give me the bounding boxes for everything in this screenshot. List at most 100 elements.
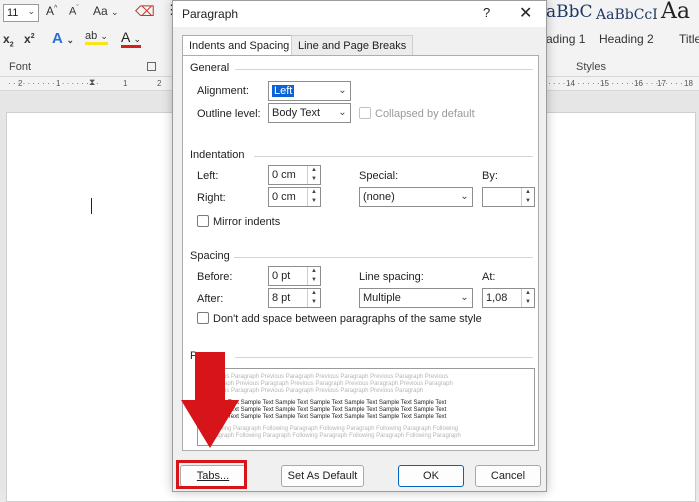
ruler-mark: 17	[657, 79, 666, 88]
mirror-indents-checkbox[interactable]	[197, 215, 209, 227]
preview-following-line: Paragraph Following Paragraph Following …	[206, 433, 461, 439]
divider	[254, 156, 533, 157]
chevron-down-icon[interactable]: ⌄	[335, 104, 350, 122]
indent-left-spinner[interactable]: 0 cm ▲ ▼	[268, 165, 321, 185]
special-label: Special:	[359, 170, 399, 182]
collapsed-by-default-checkbox[interactable]	[359, 107, 371, 119]
preview-sample-line: Sample Text Sample Text Sample Text Samp…	[206, 407, 447, 413]
ruler-mark: 2	[157, 79, 162, 88]
at-value: 1,08	[486, 292, 508, 304]
set-as-default-button[interactable]: Set As Default	[281, 465, 364, 487]
spinner-arrows-icon[interactable]: ▲ ▼	[307, 188, 320, 206]
annotation-arrow-shaft	[195, 352, 225, 402]
divider	[235, 357, 533, 358]
alignment-value: Left	[272, 85, 295, 97]
ruler-mark: 2	[18, 79, 23, 88]
collapsed-by-default-label: Collapsed by default	[375, 108, 475, 120]
style-title-preview[interactable]: Aa	[661, 0, 690, 24]
indent-right-spinner[interactable]: 0 cm ▲ ▼	[268, 187, 321, 207]
font-size-combo[interactable]: 11 ⌄	[3, 4, 39, 22]
chevron-down-icon[interactable]: ⌄	[457, 188, 472, 206]
after-label: After:	[197, 293, 224, 305]
spinner-arrows-icon[interactable]: ▲ ▼	[307, 289, 320, 307]
change-case-button[interactable]: Aa ⌄	[93, 4, 119, 18]
special-select[interactable]: (none) ⌄	[359, 187, 473, 207]
dont-add-space-label: Don't add space between paragraphs of th…	[213, 313, 482, 325]
preview-previous-line: Previous Paragraph Previous Paragraph Pr…	[206, 388, 424, 394]
paragraph-preview: Previous Paragraph Previous Paragraph Pr…	[197, 368, 535, 446]
divider	[235, 69, 533, 70]
clear-formatting-icon[interactable]: ⌫	[135, 3, 155, 20]
preview-previous-line: Previous Paragraph Previous Paragraph Pr…	[206, 374, 449, 380]
indent-left-label: Left:	[197, 170, 219, 182]
chevron-down-icon[interactable]: ⌄	[457, 289, 472, 307]
style-heading1-name: ading 1	[546, 32, 586, 46]
grow-font-button[interactable]: A^	[46, 4, 57, 18]
after-spinner[interactable]: 8 pt ▲ ▼	[268, 288, 321, 308]
font-color-button[interactable]: A ⌄	[121, 29, 142, 48]
at-label: At:	[482, 271, 496, 283]
indentation-heading: Indentation	[190, 149, 245, 161]
preview-previous-line: Paragraph Previous Paragraph Previous Pa…	[206, 381, 453, 387]
preview-following-line: Following Paragraph Following Paragraph …	[206, 426, 459, 432]
spacing-heading: Spacing	[190, 250, 230, 262]
tab-indents-and-spacing[interactable]: Indents and Spacing	[182, 35, 297, 56]
line-spacing-label: Line spacing:	[359, 271, 424, 283]
ruler-mark: 14	[566, 79, 575, 88]
style-heading1-preview[interactable]: aBbC	[546, 2, 593, 22]
text-cursor	[91, 198, 92, 214]
style-heading2-name: Heading 2	[599, 32, 654, 46]
ruler-mark: 18	[684, 79, 693, 88]
dont-add-space-checkbox[interactable]	[197, 312, 209, 324]
spinner-arrows-icon[interactable]: ▲ ▼	[521, 289, 534, 307]
mirror-indents-label: Mirror indents	[213, 216, 281, 228]
by-label: By:	[482, 170, 498, 182]
before-spinner[interactable]: 0 pt ▲ ▼	[268, 266, 321, 286]
before-label: Before:	[197, 271, 233, 283]
at-spinner[interactable]: 1,08 ▲ ▼	[482, 288, 535, 308]
general-heading: General	[190, 62, 230, 74]
dialog-titlebar[interactable]: Paragraph ? ✕	[173, 1, 546, 27]
tab-line-and-page-breaks[interactable]: Line and Page Breaks	[291, 35, 414, 55]
divider	[234, 257, 533, 258]
outline-level-value: Body Text	[272, 107, 321, 119]
highlight-button[interactable]: ab ⌄	[85, 30, 108, 45]
special-value: (none)	[363, 191, 395, 203]
outline-level-select[interactable]: Body Text ⌄	[268, 103, 351, 123]
dialog-title: Paragraph	[182, 7, 239, 21]
text-effects-button[interactable]: A ⌄	[52, 30, 74, 47]
alignment-select[interactable]: Left ⌄	[268, 81, 351, 101]
indent-right-label: Right:	[197, 192, 226, 204]
cancel-button[interactable]: Cancel	[475, 465, 541, 487]
alignment-label: Alignment:	[197, 85, 249, 97]
superscript-button[interactable]: x2	[24, 32, 35, 46]
before-value: 0 pt	[272, 270, 291, 282]
style-heading2-preview[interactable]: AaBbCcI	[596, 7, 658, 23]
subscript-button[interactable]: x2	[3, 32, 14, 48]
font-group-label: Font	[9, 61, 32, 73]
chevron-down-icon[interactable]: ⌄	[27, 6, 35, 17]
indent-right-value: 0 cm	[272, 191, 296, 203]
spinner-arrows-icon[interactable]: ▲ ▼	[307, 267, 320, 285]
font-dialog-launcher-icon[interactable]	[147, 62, 156, 71]
style-title-name: Title	[679, 32, 699, 46]
spinner-arrows-icon[interactable]: ▲ ▼	[307, 166, 320, 184]
ruler-mark: 15	[600, 79, 609, 88]
styles-group-label: Styles	[576, 61, 606, 73]
chevron-down-icon[interactable]: ⌄	[335, 82, 350, 100]
annotation-arrow-down-icon	[181, 400, 239, 448]
by-spinner[interactable]: ▲ ▼	[482, 187, 535, 207]
after-value: 8 pt	[272, 292, 291, 304]
tab-panel: General Alignment: Left ⌄ Outline level:…	[182, 55, 539, 451]
ruler-mark: 1	[123, 79, 128, 88]
help-icon[interactable]: ?	[483, 5, 490, 20]
ruler-mark: 16	[634, 79, 643, 88]
close-icon[interactable]: ✕	[519, 3, 532, 23]
spinner-arrows-icon[interactable]: ▲ ▼	[521, 188, 534, 206]
shrink-font-button[interactable]: Aˇ	[69, 5, 79, 18]
indent-marker-icon[interactable]: ⧗	[89, 77, 95, 88]
ruler-mark: 1	[56, 79, 61, 88]
tabs-button-highlight	[176, 460, 247, 489]
line-spacing-select[interactable]: Multiple ⌄	[359, 288, 473, 308]
ok-button[interactable]: OK	[398, 465, 464, 487]
